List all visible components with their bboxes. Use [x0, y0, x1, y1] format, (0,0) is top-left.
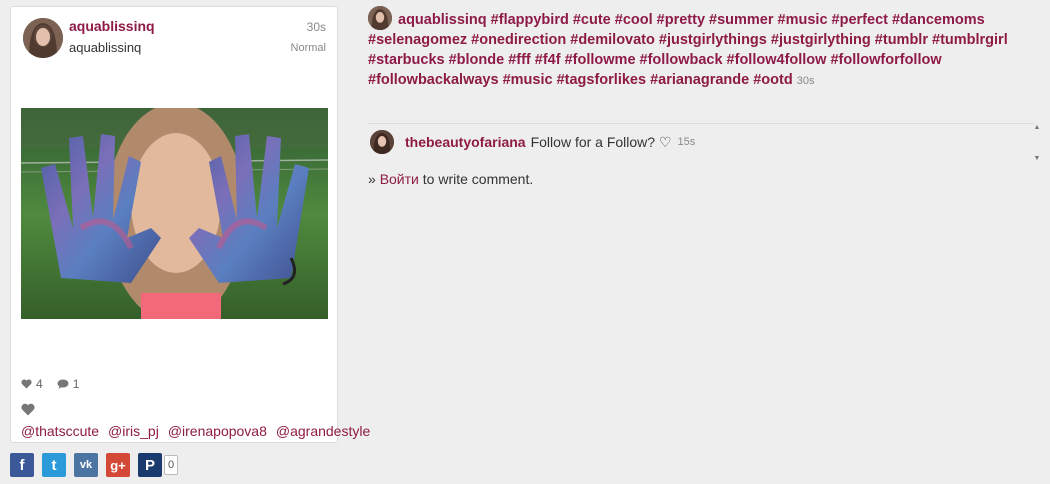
post-photo[interactable]	[21, 108, 328, 319]
liker-link[interactable]: @irenapopova8	[168, 423, 267, 439]
pinterest-icon: P	[144, 456, 155, 474]
comment-icon	[57, 379, 69, 389]
comment-timestamp: 15s	[677, 136, 696, 148]
liker-link[interactable]: @thatsccute	[21, 423, 99, 439]
login-link[interactable]: Войти	[380, 171, 419, 187]
scroll-down-icon[interactable]: ▼	[1034, 155, 1041, 162]
facebook-share-button[interactable]: f	[10, 453, 34, 477]
comments-scrollbar[interactable]: ▲ ▼	[1030, 124, 1044, 162]
post-filter: Normal	[290, 42, 326, 54]
twitter-share-button[interactable]: t	[42, 453, 66, 477]
post-stats: 4 1	[21, 377, 79, 391]
login-suffix: to write comment.	[422, 171, 534, 187]
likes-count: 4	[36, 377, 43, 391]
likes-stat[interactable]: 4	[21, 377, 43, 391]
post-card: aquablissinq aquablissinq 30s Normal 4 1…	[10, 6, 370, 443]
comments-list: thebeautyofariana Follow for a Follow? ♡…	[368, 123, 1040, 162]
avatar[interactable]	[368, 6, 392, 30]
scroll-up-icon[interactable]: ▲	[1034, 124, 1041, 131]
comment-text: Follow for a Follow? ♡	[530, 133, 672, 150]
post-caption: aquablissinq #flappybird #cute #cool #pr…	[368, 6, 1028, 91]
post-timestamp: 30s	[306, 20, 326, 34]
login-prompt: » Войти to write comment.	[368, 171, 533, 187]
caption-timestamp: 30s	[796, 75, 815, 87]
comments-stat[interactable]: 1	[57, 377, 80, 391]
liker-link[interactable]: @iris_pj	[108, 423, 159, 439]
avatar[interactable]	[23, 18, 63, 58]
pinterest-share-button[interactable]: P	[138, 453, 162, 477]
twitter-icon: t	[51, 456, 57, 474]
share-count: 0	[164, 455, 179, 475]
comment-username[interactable]: thebeautyofariana	[405, 134, 526, 150]
googleplus-icon: g+	[110, 457, 126, 473]
caption-username[interactable]: aquablissinq	[398, 12, 487, 28]
vk-icon: vk	[79, 459, 93, 471]
login-prefix: »	[368, 171, 376, 187]
comments-count: 1	[72, 377, 80, 391]
googleplus-share-button[interactable]: g+	[106, 453, 130, 477]
facebook-icon: f	[19, 456, 25, 474]
liker-link[interactable]: @agrandestyle	[276, 423, 370, 439]
comment-item: thebeautyofariana Follow for a Follow? ♡…	[370, 130, 695, 154]
share-bar: f t vk g+ P 0	[10, 453, 179, 477]
heart-icon	[21, 379, 32, 389]
avatar[interactable]	[370, 130, 394, 154]
likers-list: @thatsccute @iris_pj @irenapopova8 @agrande…	[21, 399, 370, 441]
post-detail: aquablissinq #flappybird #cute #cool #pr…	[368, 6, 1040, 187]
vk-share-button[interactable]: vk	[74, 453, 98, 477]
post-fullname: aquablissinq	[69, 40, 142, 55]
heart-icon	[21, 401, 35, 421]
post-username[interactable]: aquablissinq	[69, 18, 155, 34]
